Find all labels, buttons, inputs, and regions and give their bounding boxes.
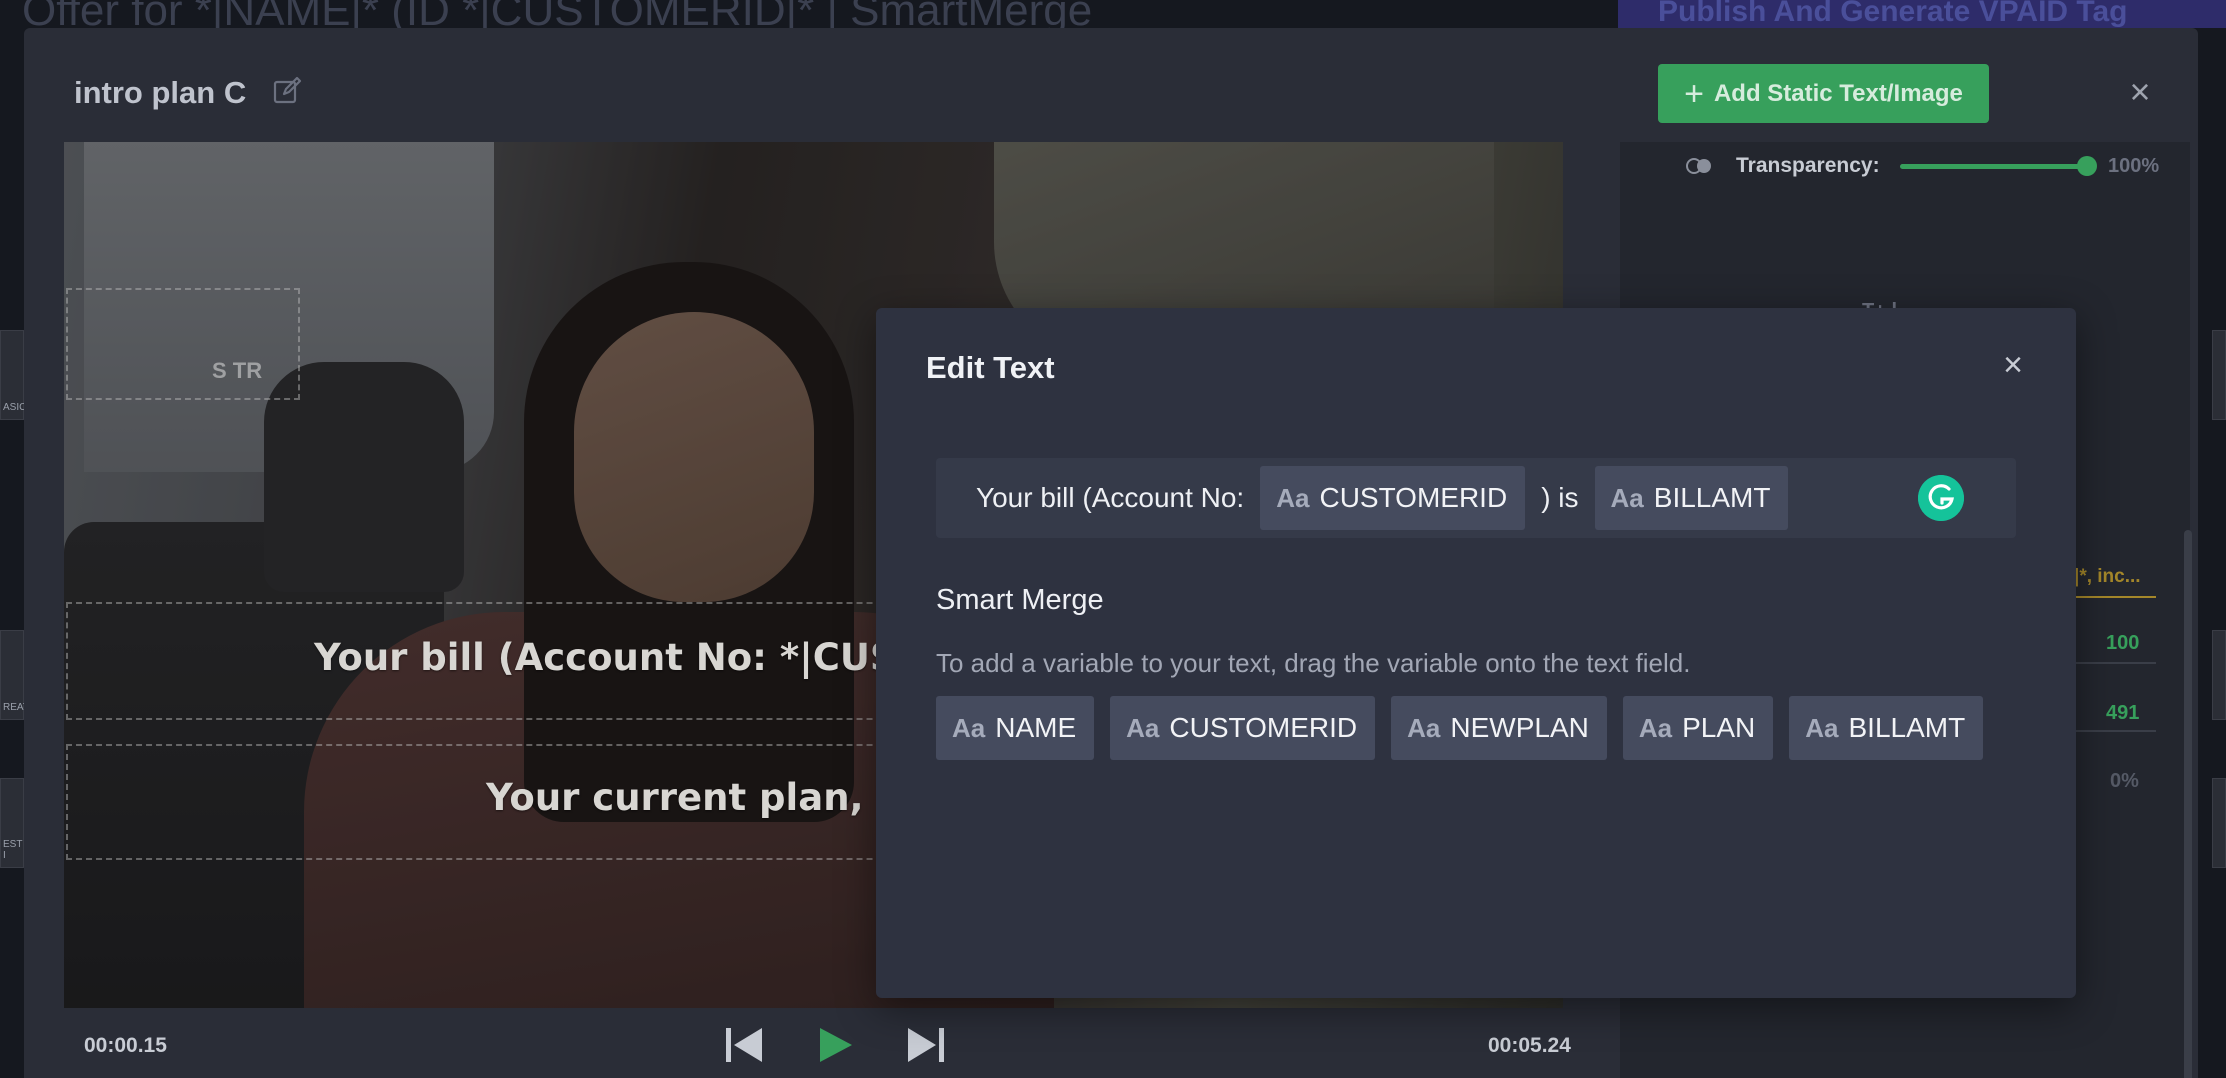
background-right-thumbnail [2212,630,2226,720]
total-time: 00:05.24 [1488,1034,1571,1057]
background-thumbnail[interactable]: ASIC [0,330,27,420]
grammarly-icon[interactable] [1918,475,1964,521]
close-icon[interactable]: × [2122,74,2158,110]
background-right-thumbnail [2212,778,2226,868]
variable-chip-customerid[interactable]: Aa CUSTOMERID [1110,696,1376,760]
skip-forward-icon[interactable] [904,1022,948,1068]
chip-label: NEWPLAN [1450,712,1589,743]
panel-divider [2076,662,2156,664]
variable-chip-plan[interactable]: Aa PLAN [1622,696,1774,760]
background-right-thumbnail [2212,330,2226,420]
chip-label: NAME [995,712,1077,743]
scene-title: intro plan C [74,75,247,110]
chip-label: BILLAMT [1653,482,1771,513]
overlay-placeholder-label: S TR [212,358,263,383]
transparency-slider-track[interactable] [1900,164,2086,169]
properties-scrollbar[interactable] [2184,530,2192,1078]
plus-icon: + [1684,74,1704,113]
background-thumbnail[interactable]: EST I [0,778,24,868]
publish-vpaid-button[interactable]: Publish And Generate VPAID Tag [1618,0,2226,28]
variable-chip-name[interactable]: Aa NAME [936,696,1095,760]
text-variable-icon: Aa [1610,482,1644,513]
text-variable-icon: Aa [1407,712,1441,743]
text-segment: Your bill (Account No: [976,482,1245,513]
close-icon[interactable]: × [1996,348,2030,382]
current-time: 00:00.15 [84,1034,167,1057]
panel-value-3: 0% [2110,770,2139,792]
transparency-toggle-icon[interactable] [1686,158,1712,174]
chip-label: CUSTOMERID [1169,712,1358,743]
chip-label: BILLAMT [1848,712,1966,743]
variable-truncated-text: |*, inc... [2074,566,2141,587]
text-variable-icon: Aa [1276,482,1310,513]
text-variable-icon: Aa [1805,712,1839,743]
variable-chip-newplan[interactable]: Aa NEWPLAN [1391,696,1607,760]
transparency-label: Transparency: [1736,154,1880,177]
text-input-field[interactable]: Your bill (Account No: Aa CUSTOMERID ) i… [936,458,2016,538]
panel-value-2: 491 [2106,702,2140,724]
transparency-value: 100% [2108,155,2160,177]
edit-pencil-icon[interactable] [272,76,302,106]
panel-divider [2076,730,2156,732]
add-static-label: Add Static Text/Image [1713,79,1963,107]
skip-back-icon[interactable] [722,1022,766,1068]
thumbnail-label: EST I [3,839,23,861]
variable-chip-billamt[interactable]: Aa BILLAMT [1789,696,1984,760]
text-segment: ) is [1541,482,1579,513]
text-variable-icon: Aa [952,712,986,743]
variable-list: Aa NAME Aa CUSTOMERID Aa NEWPLAN Aa PLAN… [936,696,1984,760]
thumbnail-label: ASIC [3,402,27,413]
smart-merge-description: To add a variable to your text, drag the… [936,648,1691,678]
panel-underline [2076,596,2156,598]
text-variable-icon: Aa [1126,712,1160,743]
image-overlay-placeholder[interactable] [66,288,300,400]
add-static-text-image-button[interactable]: + Add Static Text/Image [1658,64,1989,123]
play-icon[interactable] [814,1022,858,1068]
variable-chip-customerid[interactable]: Aa CUSTOMERID [1260,466,1526,530]
background-thumbnail[interactable]: REAT [0,630,29,720]
panel-value-1: 100 [2106,632,2140,654]
chip-label: CUSTOMERID [1319,482,1508,513]
transparency-slider-thumb[interactable] [2077,156,2097,176]
chip-label: PLAN [1682,712,1756,743]
edit-text-dialog: Edit Text × Your bill (Account No: Aa CU… [876,308,2076,998]
dialog-title: Edit Text [926,350,1055,385]
smart-merge-title: Smart Merge [936,584,1104,616]
text-variable-icon: Aa [1638,712,1673,743]
variable-chip-billamt[interactable]: Aa BILLAMT [1594,466,1789,530]
